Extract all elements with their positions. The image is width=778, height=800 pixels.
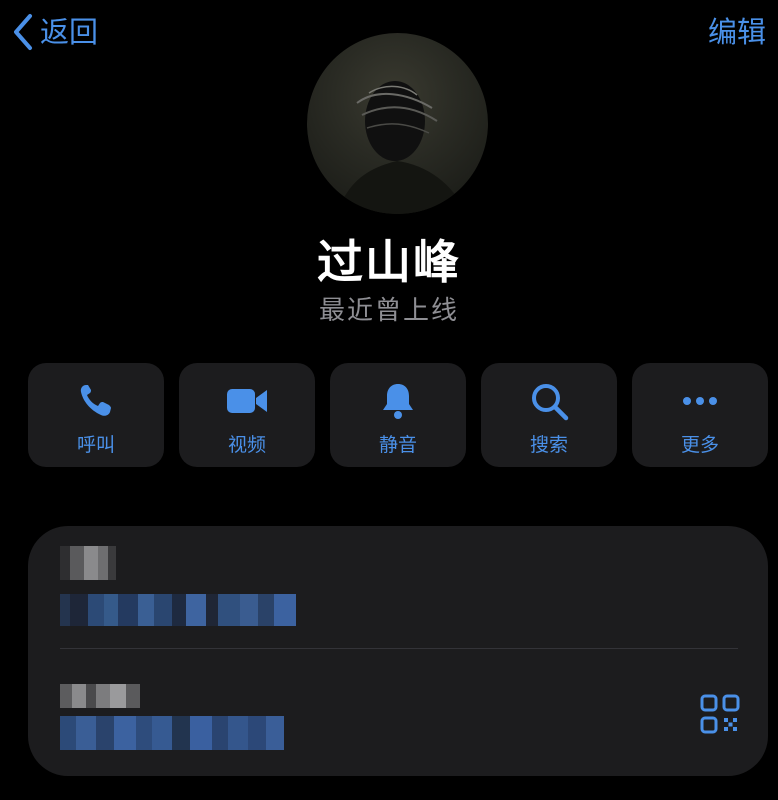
video-button[interactable]: 视频 bbox=[179, 363, 315, 467]
mute-button[interactable]: 静音 bbox=[330, 363, 466, 467]
info-row-1-value-redacted[interactable] bbox=[60, 594, 296, 626]
info-card bbox=[28, 526, 768, 776]
video-label: 视频 bbox=[227, 434, 266, 456]
mute-label: 静音 bbox=[378, 434, 417, 456]
search-button[interactable]: 搜索 bbox=[481, 363, 617, 467]
ellipsis-icon bbox=[683, 397, 717, 405]
info-row-2-value-redacted[interactable] bbox=[60, 716, 284, 750]
video-camera-icon bbox=[227, 389, 267, 413]
action-bar: 呼叫 视频 静音 搜索 更多 bbox=[28, 363, 768, 467]
back-button[interactable]: 返回 bbox=[12, 12, 98, 52]
more-label: 更多 bbox=[680, 434, 719, 456]
qr-code-button[interactable] bbox=[700, 694, 740, 734]
contact-name: 过山峰 bbox=[317, 235, 461, 289]
call-button[interactable]: 呼叫 bbox=[28, 363, 164, 467]
phone-icon bbox=[80, 385, 111, 416]
avatar-image bbox=[337, 81, 467, 214]
search-label: 搜索 bbox=[529, 434, 568, 456]
chevron-left-icon bbox=[14, 14, 32, 50]
avatar[interactable] bbox=[307, 33, 488, 214]
bell-icon bbox=[383, 384, 413, 419]
call-label: 呼叫 bbox=[76, 434, 115, 456]
edit-button[interactable]: 编辑 bbox=[708, 12, 766, 52]
more-button[interactable]: 更多 bbox=[632, 363, 768, 467]
last-seen-status: 最近曾上线 bbox=[318, 296, 459, 326]
search-icon bbox=[532, 384, 569, 421]
row-divider bbox=[60, 648, 738, 649]
qr-code-icon bbox=[700, 694, 740, 734]
info-row-1-label-redacted bbox=[60, 546, 116, 580]
back-label: 返回 bbox=[40, 15, 99, 49]
info-row-2-label-redacted bbox=[60, 684, 140, 708]
